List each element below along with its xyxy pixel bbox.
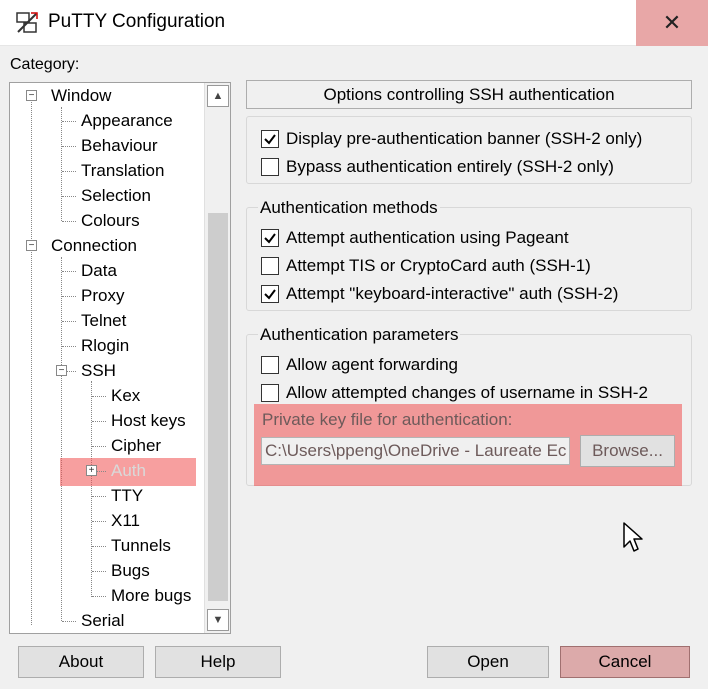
collapse-icon[interactable]: − <box>26 90 37 101</box>
panel-title: Options controlling SSH authentication <box>246 80 692 109</box>
tree-item-translation[interactable]: Translation <box>81 159 164 183</box>
auth-methods-label: Authentication methods <box>258 198 440 218</box>
bypass-auth-checkbox[interactable] <box>261 158 279 176</box>
private-key-input[interactable]: C:\Users\ppeng\OneDrive - Laureate Ec <box>261 437 570 465</box>
username-change-label: Allow attempted changes of username in S… <box>286 383 648 402</box>
tree-item-tunnels[interactable]: Tunnels <box>111 534 171 558</box>
chevron-down-icon: ▼ <box>212 614 224 626</box>
checkmark-icon <box>264 289 276 300</box>
tree-branch-line <box>62 271 76 272</box>
checkmark-icon <box>264 134 276 145</box>
scroll-thumb[interactable] <box>208 213 228 601</box>
tree-branch-line <box>92 521 106 522</box>
agent-forwarding-option[interactable]: Allow agent forwarding <box>261 354 458 376</box>
keyboard-interactive-option[interactable]: Attempt "keyboard-interactive" auth (SSH… <box>261 283 618 305</box>
tree-branch-line <box>92 496 106 497</box>
title-bar: PuTTY Configuration ✕ <box>0 0 708 46</box>
agent-forwarding-label: Allow agent forwarding <box>286 355 458 374</box>
window-title: PuTTY Configuration <box>48 11 226 32</box>
tree-branch-line <box>92 446 106 447</box>
private-key-label: Private key file for authentication: <box>262 410 513 429</box>
collapse-icon[interactable]: − <box>56 365 67 376</box>
tree-branch-line <box>62 121 76 122</box>
category-label: Category: <box>10 56 80 73</box>
tree-branch-line <box>92 396 106 397</box>
tree-scrollbar[interactable]: ▲ ▼ <box>204 83 230 633</box>
tis-option[interactable]: Attempt TIS or CryptoCard auth (SSH-1) <box>261 255 591 277</box>
tree-branch-line <box>62 346 76 347</box>
collapse-icon[interactable]: − <box>26 240 37 251</box>
tis-label: Attempt TIS or CryptoCard auth (SSH-1) <box>286 256 591 275</box>
category-tree[interactable]: − Window Appearance Behaviour Translation Sel… <box>9 82 231 634</box>
tree-line <box>61 107 62 221</box>
tree-branch-line <box>62 321 76 322</box>
tree-item-bugs[interactable]: Bugs <box>111 559 150 583</box>
agent-forwarding-checkbox[interactable] <box>261 356 279 374</box>
tree-item-colours[interactable]: Colours <box>81 209 140 233</box>
tree-branch-line <box>62 296 76 297</box>
tree-item-cipher[interactable]: Cipher <box>111 434 161 458</box>
tree-item-more-bugs[interactable]: More bugs <box>111 584 191 608</box>
tree-item-kex[interactable]: Kex <box>111 384 140 408</box>
keyboard-interactive-checkbox[interactable] <box>261 285 279 303</box>
tree-item-serial[interactable]: Serial <box>81 609 124 633</box>
open-button[interactable]: Open <box>427 646 549 678</box>
tree-item-auth[interactable]: Auth <box>111 459 146 483</box>
tree-branch-line <box>62 146 76 147</box>
about-button[interactable]: About <box>18 646 144 678</box>
pageant-option[interactable]: Attempt authentication using Pageant <box>261 227 569 249</box>
scroll-up-button[interactable]: ▲ <box>207 85 229 107</box>
scroll-down-button[interactable]: ▼ <box>207 609 229 631</box>
tree-branch-line <box>62 221 76 222</box>
tree-item-data[interactable]: Data <box>81 259 117 283</box>
tree-branch-line <box>92 421 106 422</box>
bypass-auth-label: Bypass authentication entirely (SSH-2 on… <box>286 157 614 176</box>
tree-item-appearance[interactable]: Appearance <box>81 109 173 133</box>
tree-branch-line <box>92 571 106 572</box>
tree-line <box>61 257 62 621</box>
auth-params-label: Authentication parameters <box>258 325 461 345</box>
tree-item-ssh[interactable]: SSH <box>81 359 116 383</box>
tree-branch-line <box>92 596 106 597</box>
tree-item-selection[interactable]: Selection <box>81 184 151 208</box>
display-banner-label: Display pre-authentication banner (SSH-2… <box>286 129 643 148</box>
tree-item-proxy[interactable]: Proxy <box>81 284 124 308</box>
expand-icon[interactable]: + <box>86 465 97 476</box>
mouse-cursor-icon <box>623 522 643 552</box>
tree-item-connection[interactable]: Connection <box>51 234 137 258</box>
tree-branch-line <box>62 196 76 197</box>
pageant-checkbox[interactable] <box>261 229 279 247</box>
tree-item-telnet[interactable]: Telnet <box>81 309 126 333</box>
cancel-button[interactable]: Cancel <box>560 646 690 678</box>
close-icon: ✕ <box>662 10 682 35</box>
tree-item-window[interactable]: Window <box>51 84 111 108</box>
tree-item-host-keys[interactable]: Host keys <box>111 409 186 433</box>
putty-icon <box>16 12 38 33</box>
tree-item-tty[interactable]: TTY <box>111 484 143 508</box>
bypass-auth-option[interactable]: Bypass authentication entirely (SSH-2 on… <box>261 156 614 178</box>
pageant-label: Attempt authentication using Pageant <box>286 228 569 247</box>
tree-line <box>31 95 32 625</box>
username-change-checkbox[interactable] <box>261 384 279 402</box>
tree-item-rlogin[interactable]: Rlogin <box>81 334 129 358</box>
tree-item-behaviour[interactable]: Behaviour <box>81 134 158 158</box>
tree-branch-line <box>62 621 76 622</box>
username-change-option[interactable]: Allow attempted changes of username in S… <box>261 382 648 404</box>
display-banner-checkbox[interactable] <box>261 130 279 148</box>
tree-branch-line <box>62 171 76 172</box>
tree-line <box>91 381 92 597</box>
tree-item-x11[interactable]: X11 <box>111 509 140 533</box>
checkmark-icon <box>264 233 276 244</box>
keyboard-interactive-label: Attempt "keyboard-interactive" auth (SSH… <box>286 284 619 303</box>
tis-checkbox[interactable] <box>261 257 279 275</box>
tree-branch-line <box>92 546 106 547</box>
close-button[interactable]: ✕ <box>636 0 708 46</box>
help-button[interactable]: Help <box>155 646 281 678</box>
chevron-up-icon: ▲ <box>212 90 224 102</box>
display-banner-option[interactable]: Display pre-authentication banner (SSH-2… <box>261 128 642 150</box>
browse-button[interactable]: Browse... <box>580 435 675 467</box>
